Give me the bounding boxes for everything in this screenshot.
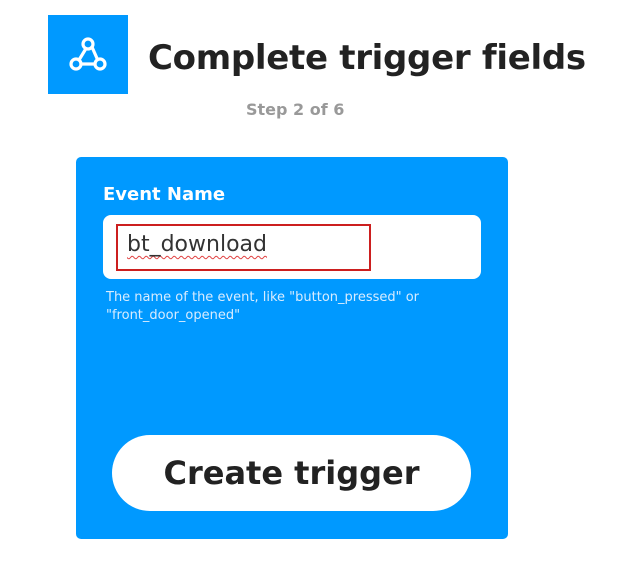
webhooks-service-logo	[48, 15, 128, 94]
step-indicator: Step 2 of 6	[246, 100, 345, 119]
event-name-value: bt_download	[127, 232, 267, 257]
create-trigger-button[interactable]: Create trigger	[112, 435, 471, 511]
webhooks-icon	[69, 36, 107, 71]
event-name-input[interactable]: bt_download	[103, 215, 481, 279]
trigger-fields-page: Complete trigger fields Step 2 of 6 Even…	[0, 0, 617, 576]
event-name-label: Event Name	[103, 184, 226, 205]
page-title: Complete trigger fields	[148, 38, 586, 78]
trigger-fields-card: Event Name bt_download The name of the e…	[76, 157, 508, 539]
event-name-helper-text: The name of the event, like "button_pres…	[106, 290, 420, 323]
